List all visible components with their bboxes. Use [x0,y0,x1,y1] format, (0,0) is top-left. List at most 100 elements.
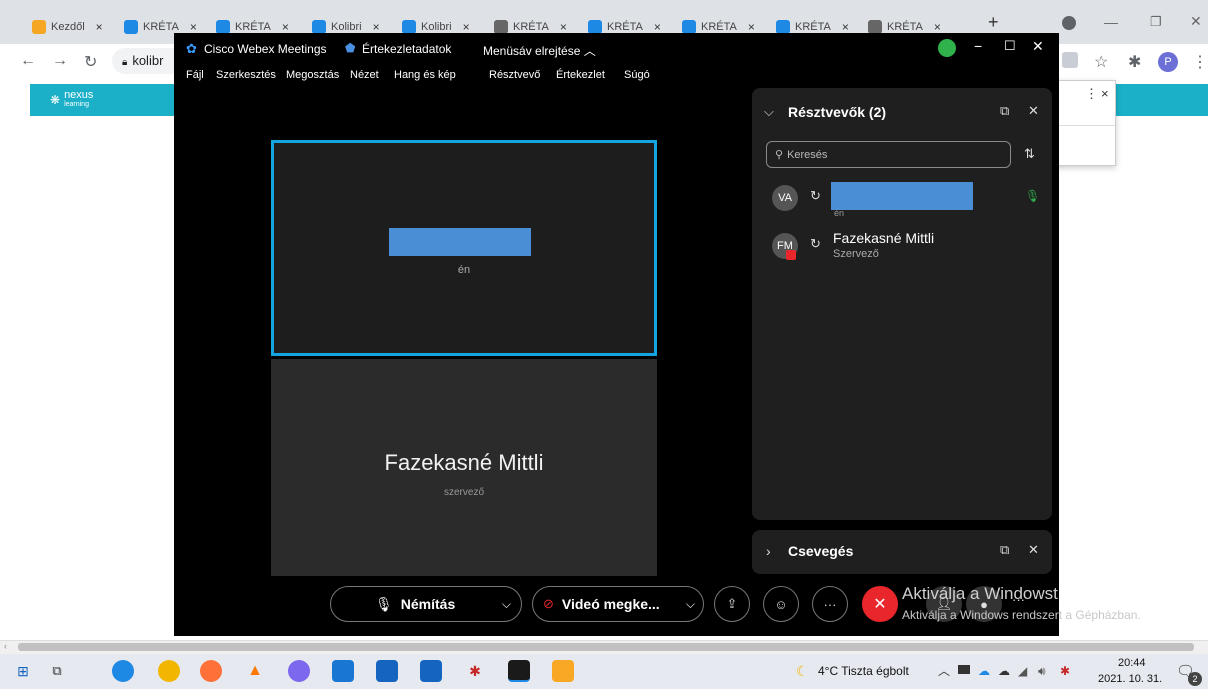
app-icon[interactable] [288,660,310,682]
participant-name[interactable]: Fazekasné Mittli [833,230,934,246]
leave-meeting-button[interactable]: ✕ [862,586,898,622]
scrollbar-thumb[interactable] [18,643,1194,651]
folder-app-icon[interactable] [552,660,574,682]
network-health-icon[interactable] [938,39,956,57]
menu-audio-video[interactable]: Hang és kép [394,69,456,81]
webex-taskbar-icon[interactable] [508,660,530,682]
more-options-button[interactable]: ··· [812,586,848,622]
webex-close-icon[interactable]: ✕ [1032,38,1044,55]
tab-close-icon[interactable]: × [654,20,661,34]
video-label: Videó megke... [561,596,660,612]
chat-close-icon[interactable]: ✕ [1028,542,1039,558]
menu-view[interactable]: Nézet [350,69,379,81]
share-button[interactable]: ⇪ [714,586,750,622]
tab-label: KRÉTA [143,21,179,33]
tab-close-icon[interactable]: × [373,20,380,34]
menu-edit[interactable]: Szerkesztés [216,69,276,81]
menu-file[interactable]: Fájl [186,69,204,81]
chevron-up-icon: ︿ [583,44,596,58]
tab-search-icon[interactable] [1062,16,1076,30]
profile-avatar[interactable]: P [1158,52,1178,72]
tab-close-icon[interactable]: × [560,20,567,34]
meeting-info-link[interactable]: Értekezletadatok [362,42,451,56]
cloud-icon[interactable]: ☁ [998,664,1010,678]
windows-start-icon[interactable]: ⊞ [12,660,34,682]
tab-close-icon[interactable]: × [463,20,470,34]
microphone-on-icon[interactable]: 🎙︎ [1025,189,1040,203]
browser-menu-icon[interactable]: ⋮ [1192,52,1208,72]
tab-close-icon[interactable]: × [748,20,755,34]
new-tab-button[interactable]: + [988,12,999,33]
tab-close-icon[interactable]: × [190,20,197,34]
close-browser-icon[interactable]: ✕ [1190,13,1202,30]
edge-icon[interactable] [112,660,134,682]
browser-tab[interactable]: Kezdől × [26,10,114,44]
smiley-icon: ☺ [774,596,788,612]
onedrive-icon[interactable]: ☁ [978,664,990,678]
popup-menu-icon[interactable]: ⋮ [1085,86,1098,102]
menu-participant[interactable]: Résztvevő [489,69,540,81]
collapse-chevron-icon[interactable]: ⌵ [764,104,774,120]
tray-chevron-icon[interactable]: ︿ [938,662,950,679]
panel-close-icon[interactable]: ✕ [1028,103,1039,119]
more-label: ··· [823,596,837,612]
chrome-icon[interactable] [158,660,180,682]
moon-weather-icon[interactable]: ☾ [796,663,809,680]
scroll-left-arrow-icon[interactable]: ‹ [4,641,7,651]
video-options-chevron-icon[interactable]: ⌵ [686,597,695,612]
extensions-icon[interactable]: ✱ [1128,52,1141,72]
participants-search-input[interactable]: ⚲ Keresés [766,141,1011,168]
tray-alert-icon[interactable]: ✱ [1060,664,1070,678]
audio-connected-icon: ↻ [810,236,821,251]
reactions-button[interactable]: ☺ [763,586,799,622]
muted-badge-icon [786,250,796,260]
chat-popout-icon[interactable]: ⧉ [1000,542,1009,558]
mute-options-chevron-icon[interactable]: ⌵ [502,597,511,612]
shield-icon: ⬟ [345,41,356,55]
back-icon[interactable]: ← [20,52,36,70]
firefox-icon[interactable] [200,660,222,682]
reload-icon[interactable]: ↻ [84,52,97,72]
vlc-icon[interactable]: ▲ [244,660,266,682]
minimize-browser-icon[interactable]: — [1104,14,1118,30]
clock-time[interactable]: 20:44 [1118,657,1146,669]
hide-menu-link[interactable]: Menüsáv elrejtése ︿ [483,42,596,59]
participants-title: Résztvevők (2) [788,104,887,120]
weather-text[interactable]: 4°C Tiszta égbolt [818,664,909,678]
popup-close-icon[interactable]: × [1101,86,1109,101]
network-icon[interactable]: ◢ [1018,664,1027,678]
menu-meeting[interactable]: Értekezlet [556,69,605,81]
bookmark-star-icon[interactable]: ☆ [1094,52,1108,72]
menu-help[interactable]: Súgó [624,69,650,81]
expand-chevron-icon[interactable]: › [766,543,771,559]
mute-button[interactable]: 🎙︎ Némítás ⌵ [330,586,522,622]
webex-minimize-icon[interactable]: − [974,38,982,54]
volume-icon[interactable]: 🔊︎ [1038,664,1046,679]
restore-browser-icon[interactable]: ❐ [1150,14,1162,30]
menu-share[interactable]: Megosztás [286,69,339,81]
game-icon[interactable]: ✱ [464,660,486,682]
tab-favicon-icon [216,20,230,34]
webex-maximize-icon[interactable]: ☐ [1004,38,1016,54]
tab-close-icon[interactable]: × [282,20,289,34]
translate-icon[interactable] [1062,52,1078,68]
address-text: kolibr [132,53,164,68]
tab-label: KRÉTA [887,21,923,33]
forward-icon[interactable]: → [52,52,68,70]
popout-icon[interactable]: ⧉ [1000,103,1009,119]
activate-windows-subtitle: Aktiválja a Windows rendszert a Gépházba… [902,608,1141,622]
sort-icon[interactable]: ⇅ [1024,146,1035,162]
tab-label: KRÉTA [513,21,549,33]
tray-app-icon[interactable] [958,665,970,674]
tab-close-icon[interactable]: × [96,20,103,34]
mail-icon[interactable] [420,660,442,682]
store-icon[interactable] [376,660,398,682]
nexus-logo-line1: nexus [64,89,94,101]
file-explorer-icon[interactable] [332,660,354,682]
tab-close-icon[interactable]: × [934,20,941,34]
tab-close-icon[interactable]: × [842,20,849,34]
task-view-icon[interactable]: ⧉ [46,660,68,682]
clock-date[interactable]: 2021. 10. 31. [1098,673,1162,685]
video-button[interactable]: ⊘ Videó megke... ⌵ [532,586,704,622]
activate-windows-title: Aktiválja a Windowst [902,584,1058,603]
